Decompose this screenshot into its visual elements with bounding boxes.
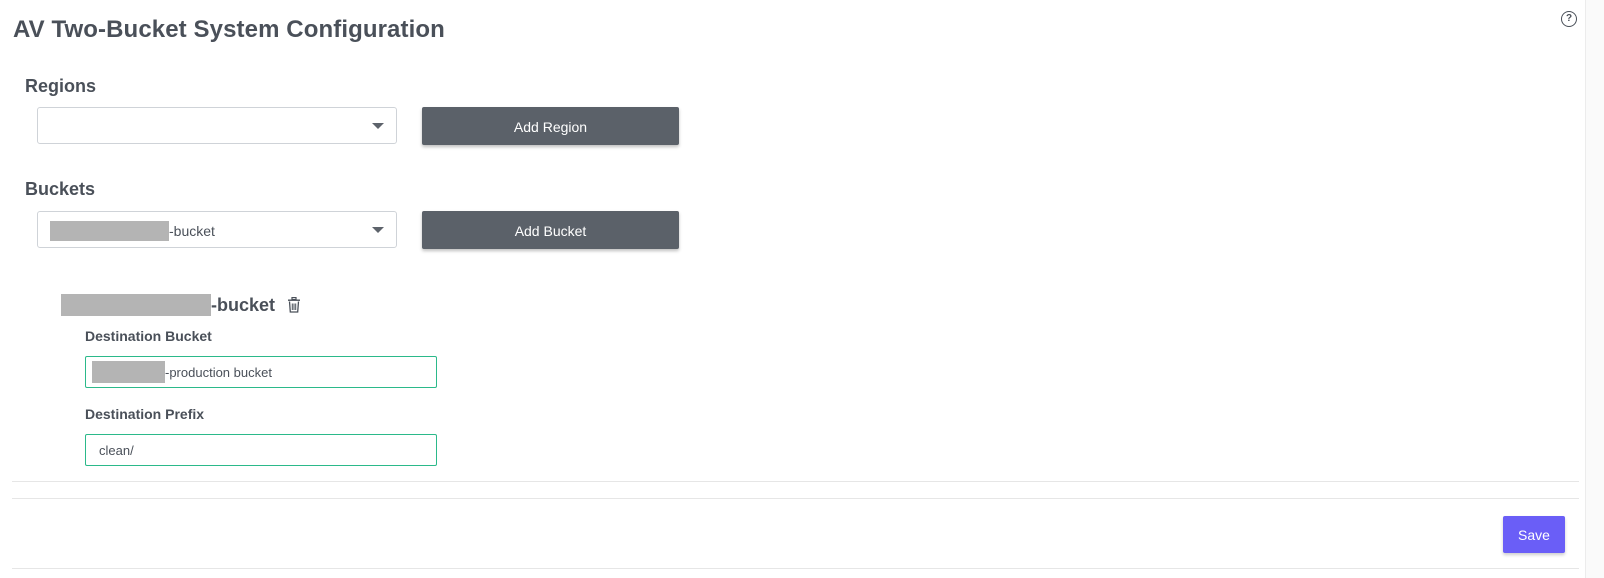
divider xyxy=(12,481,1579,482)
add-region-button[interactable]: Add Region xyxy=(422,107,679,145)
destination-prefix-label: Destination Prefix xyxy=(85,406,205,422)
destination-prefix-input[interactable]: clean/ xyxy=(85,434,437,466)
redacted-text xyxy=(50,221,169,241)
scrollbar-track[interactable] xyxy=(1585,0,1604,578)
redacted-text xyxy=(61,294,211,316)
bucket-config-title-suffix: -bucket xyxy=(211,295,276,315)
destination-bucket-label: Destination Bucket xyxy=(85,328,212,344)
redacted-text xyxy=(92,361,165,383)
bucket-config-title: -bucket xyxy=(61,293,275,317)
region-select[interactable] xyxy=(37,107,397,144)
divider xyxy=(12,498,1579,499)
page-title: AV Two-Bucket System Configuration xyxy=(13,16,445,43)
save-button[interactable]: Save xyxy=(1503,516,1565,553)
chevron-down-icon xyxy=(372,123,384,129)
help-icon[interactable]: ? xyxy=(1561,11,1577,27)
bucket-select-value: -bucket xyxy=(50,221,215,241)
regions-heading: Regions xyxy=(25,76,97,96)
add-bucket-button[interactable]: Add Bucket xyxy=(422,211,679,249)
destination-prefix-value: clean/ xyxy=(99,442,134,458)
divider xyxy=(12,568,1579,569)
destination-bucket-value-suffix: -production bucket xyxy=(165,364,272,380)
buckets-heading: Buckets xyxy=(25,179,96,199)
chevron-down-icon xyxy=(372,227,384,233)
trash-icon[interactable] xyxy=(287,297,301,313)
destination-bucket-input[interactable]: -production bucket xyxy=(85,356,437,388)
bucket-select[interactable]: -bucket xyxy=(37,211,397,248)
bucket-select-value-suffix: -bucket xyxy=(169,223,215,239)
av-two-bucket-config-page: AV Two-Bucket System Configuration ? Reg… xyxy=(0,0,1604,578)
